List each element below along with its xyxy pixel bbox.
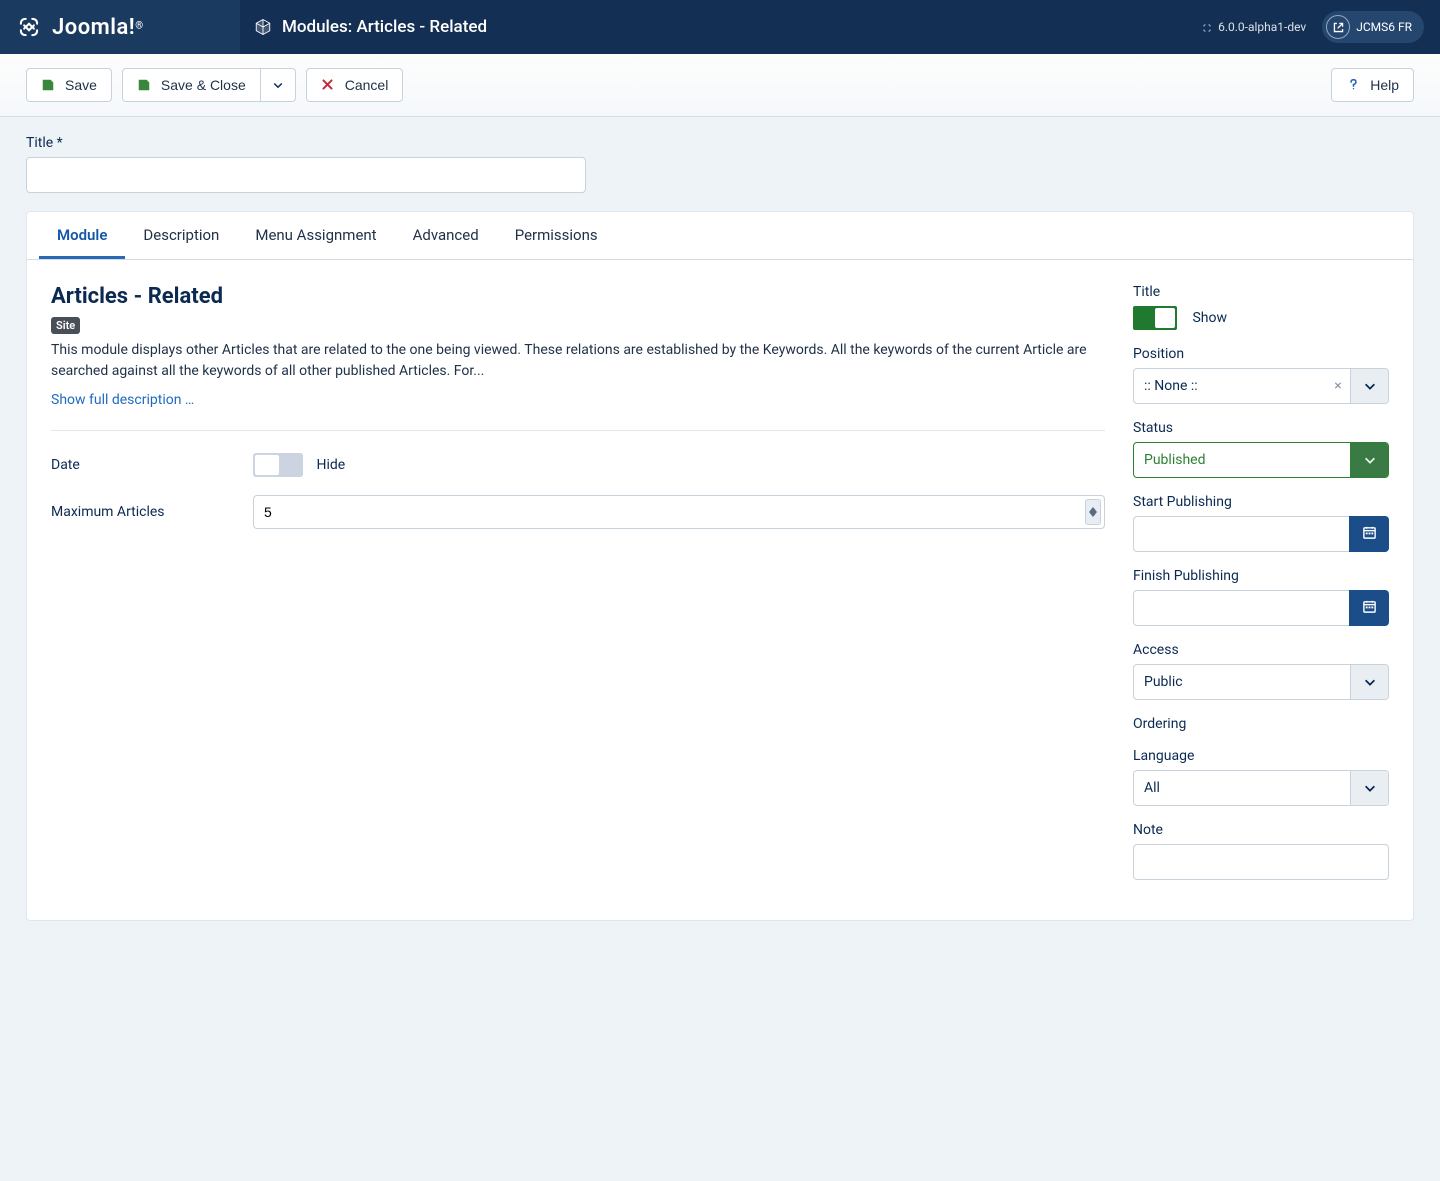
language-select[interactable]: All [1133,770,1389,806]
save-close-dropdown[interactable] [261,68,296,102]
max-articles-input[interactable] [253,495,1105,529]
joomla-logo-icon [16,14,42,40]
field-date: Date Hide [51,453,1105,477]
side-ordering-field: Ordering [1133,716,1389,732]
topbar: Joomla!® Modules: Articles - Related 6.0… [0,0,1440,54]
status-label: Status [1133,420,1389,436]
save-button[interactable]: Save [26,68,112,102]
side-status-field: Status Published [1133,420,1389,478]
date-toggle[interactable] [253,453,303,477]
note-input[interactable] [1133,844,1389,880]
side-title-label: Title [1133,284,1389,300]
divider [51,430,1105,431]
topbar-right: 6.0.0-alpha1-dev JCMS6 FR [1186,11,1440,43]
chevron-down-icon [1350,665,1388,699]
access-select[interactable]: Public [1133,664,1389,700]
save-close-button[interactable]: Save & Close [122,68,261,102]
tab-permissions[interactable]: Permissions [497,212,616,259]
brand-text: Joomla!® [52,15,143,40]
side-column: Title Show Position :: None :: × [1133,284,1389,896]
side-position-field: Position :: None :: × [1133,346,1389,404]
close-icon [321,78,335,92]
brand-area[interactable]: Joomla!® [0,0,240,54]
chevron-down-icon [1350,771,1388,805]
note-label: Note [1133,822,1389,838]
side-title-field: Title Show [1133,284,1389,330]
save-close-group: Save & Close [122,68,296,102]
tab-description[interactable]: Description [125,212,237,259]
chevron-down-icon [271,78,285,92]
side-access-field: Access Public [1133,642,1389,700]
version-text[interactable]: 6.0.0-alpha1-dev [1202,20,1306,34]
number-spinner[interactable] [1085,499,1101,525]
title-show-text: Show [1192,310,1227,326]
side-finish-publishing-field: Finish Publishing [1133,568,1389,626]
max-articles-label: Maximum Articles [51,504,253,520]
module-description: This module displays other Articles that… [51,340,1105,382]
status-value: Published [1134,443,1350,477]
save-icon [137,78,151,92]
ordering-label: Ordering [1133,716,1389,732]
calendar-icon [1362,599,1377,617]
action-toolbar: Save Save & Close Cancel [0,54,1440,117]
finish-publishing-calendar-button[interactable] [1349,590,1389,626]
question-icon [1346,78,1360,92]
help-button[interactable]: Help [1331,68,1414,102]
chevron-down-icon [1350,369,1388,403]
start-publishing-calendar-button[interactable] [1349,516,1389,552]
main-column: Articles - Related Site This module disp… [51,284,1105,896]
access-value: Public [1134,665,1350,699]
status-select[interactable]: Published [1133,442,1389,478]
site-name: JCMS6 FR [1356,20,1412,34]
side-start-publishing-field: Start Publishing [1133,494,1389,552]
calendar-icon [1362,525,1377,543]
side-language-field: Language All [1133,748,1389,806]
start-publishing-input[interactable] [1133,516,1349,552]
position-label: Position [1133,346,1389,362]
show-full-description-link[interactable]: Show full description … [51,392,194,408]
side-note-field: Note [1133,822,1389,880]
site-badge: Site [51,317,80,334]
title-show-toggle[interactable] [1133,306,1177,330]
position-clear[interactable]: × [1326,369,1350,403]
chevron-down-icon [1350,443,1388,477]
start-publishing-label: Start Publishing [1133,494,1389,510]
tab-menu-assignment[interactable]: Menu Assignment [237,212,394,259]
language-label: Language [1133,748,1389,764]
position-value: :: None :: [1134,369,1326,403]
cancel-button[interactable]: Cancel [306,68,404,102]
tab-strip: Module Description Menu Assignment Advan… [27,212,1413,260]
finish-publishing-label: Finish Publishing [1133,568,1389,584]
access-label: Access [1133,642,1389,658]
save-icon [41,78,55,92]
module-heading: Articles - Related [51,284,1105,309]
main-panel: Module Description Menu Assignment Advan… [26,211,1414,921]
page-title-area: Modules: Articles - Related [240,17,1186,37]
tab-advanced[interactable]: Advanced [395,212,497,259]
external-link-icon [1326,15,1350,39]
title-label: Title * [26,135,1414,151]
tab-module[interactable]: Module [39,212,125,259]
language-value: All [1134,771,1350,805]
position-select[interactable]: :: None :: × [1133,368,1389,404]
site-chip[interactable]: JCMS6 FR [1322,11,1424,43]
page-title: Modules: Articles - Related [282,17,487,37]
date-label: Date [51,457,253,473]
title-input[interactable] [26,157,586,193]
date-toggle-text: Hide [316,457,345,473]
field-max-articles: Maximum Articles [51,495,1105,529]
module-icon [254,18,272,36]
finish-publishing-input[interactable] [1133,590,1349,626]
